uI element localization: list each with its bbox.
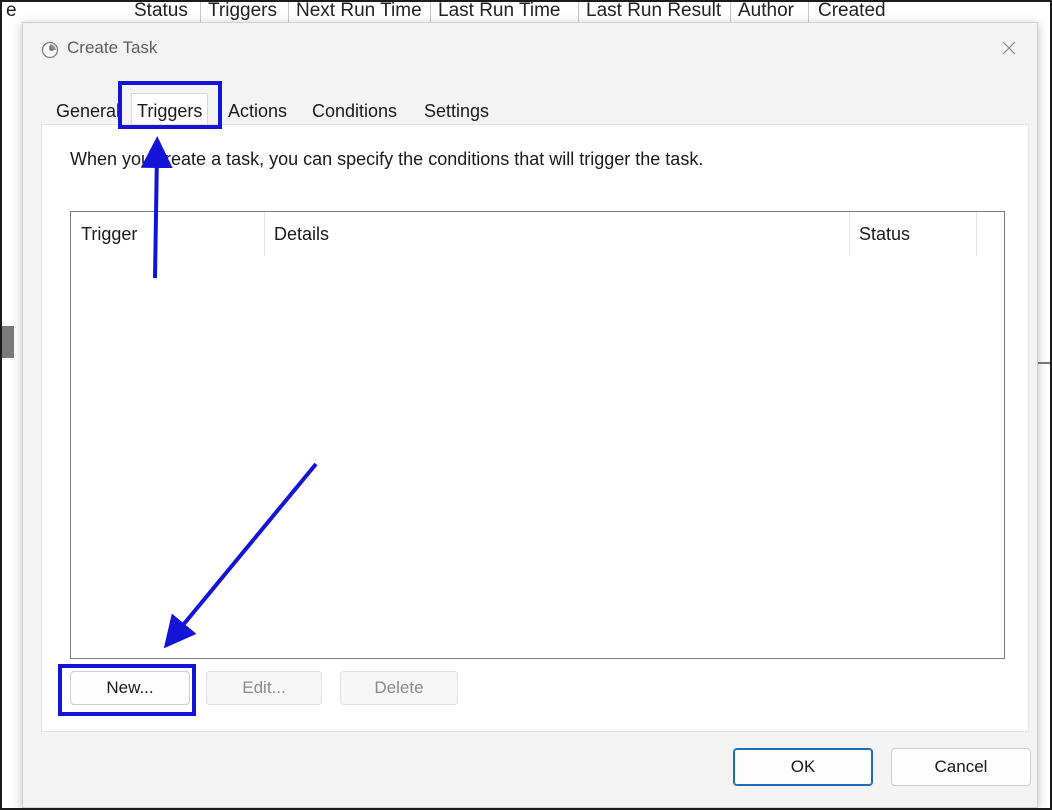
bg-column-separator [730, 2, 731, 24]
create-task-dialog: Create Task General Triggers Actions Con… [22, 22, 1038, 808]
dialog-titlebar[interactable]: Create Task [23, 23, 1037, 77]
triggers-description: When you create a task, you can specify … [70, 149, 704, 169]
bg-column-separator [288, 2, 289, 24]
bg-column-created: Created [818, 0, 886, 21]
tab-settings[interactable]: Settings [419, 96, 494, 126]
screenshot-frame: e Status Triggers Next Run Time Last Run… [0, 0, 1052, 810]
bg-column-status: Status [134, 0, 188, 21]
background-column-headers: e Status Triggers Next Run Time Last Run… [2, 2, 1050, 24]
bg-column-separator [578, 2, 579, 24]
bg-column-separator [430, 2, 431, 24]
column-header-details[interactable]: Details [264, 212, 849, 256]
background-right-pane [1036, 24, 1050, 808]
triggers-tab-page: When you create a task, you can specify … [41, 124, 1029, 732]
background-splitter-line [1036, 362, 1050, 364]
tab-actions[interactable]: Actions [223, 96, 292, 126]
triggers-list[interactable]: Trigger Details Status [70, 211, 1005, 659]
column-header-trigger[interactable]: Trigger [71, 212, 264, 256]
tab-general[interactable]: General [51, 96, 125, 126]
bg-column-separator [808, 2, 809, 24]
bg-column-triggers: Triggers [208, 0, 277, 21]
close-icon [1002, 41, 1016, 60]
bg-column-name: e [6, 0, 17, 21]
delete-trigger-button[interactable]: Delete [340, 671, 458, 705]
new-trigger-button[interactable]: New... [70, 671, 190, 705]
ok-button[interactable]: OK [733, 748, 873, 786]
column-header-status[interactable]: Status [849, 212, 976, 256]
bg-column-author: Author [738, 0, 794, 21]
tab-conditions[interactable]: Conditions [307, 96, 402, 126]
triggers-list-header: Trigger Details Status [71, 212, 1004, 256]
clock-icon [41, 41, 59, 59]
bg-column-last-run-time: Last Run Time [438, 0, 561, 21]
bg-column-last-run-result: Last Run Result [586, 0, 722, 21]
bg-column-next-run-time: Next Run Time [296, 0, 422, 21]
edit-trigger-button[interactable]: Edit... [206, 671, 322, 705]
column-separator[interactable] [976, 212, 977, 256]
tab-triggers[interactable]: Triggers [131, 93, 209, 127]
background-splitter [2, 326, 14, 358]
bg-column-separator [200, 2, 201, 24]
close-button[interactable] [991, 33, 1027, 67]
background-left-pane [2, 24, 22, 808]
dialog-title: Create Task [67, 38, 158, 57]
cancel-button[interactable]: Cancel [891, 748, 1031, 786]
